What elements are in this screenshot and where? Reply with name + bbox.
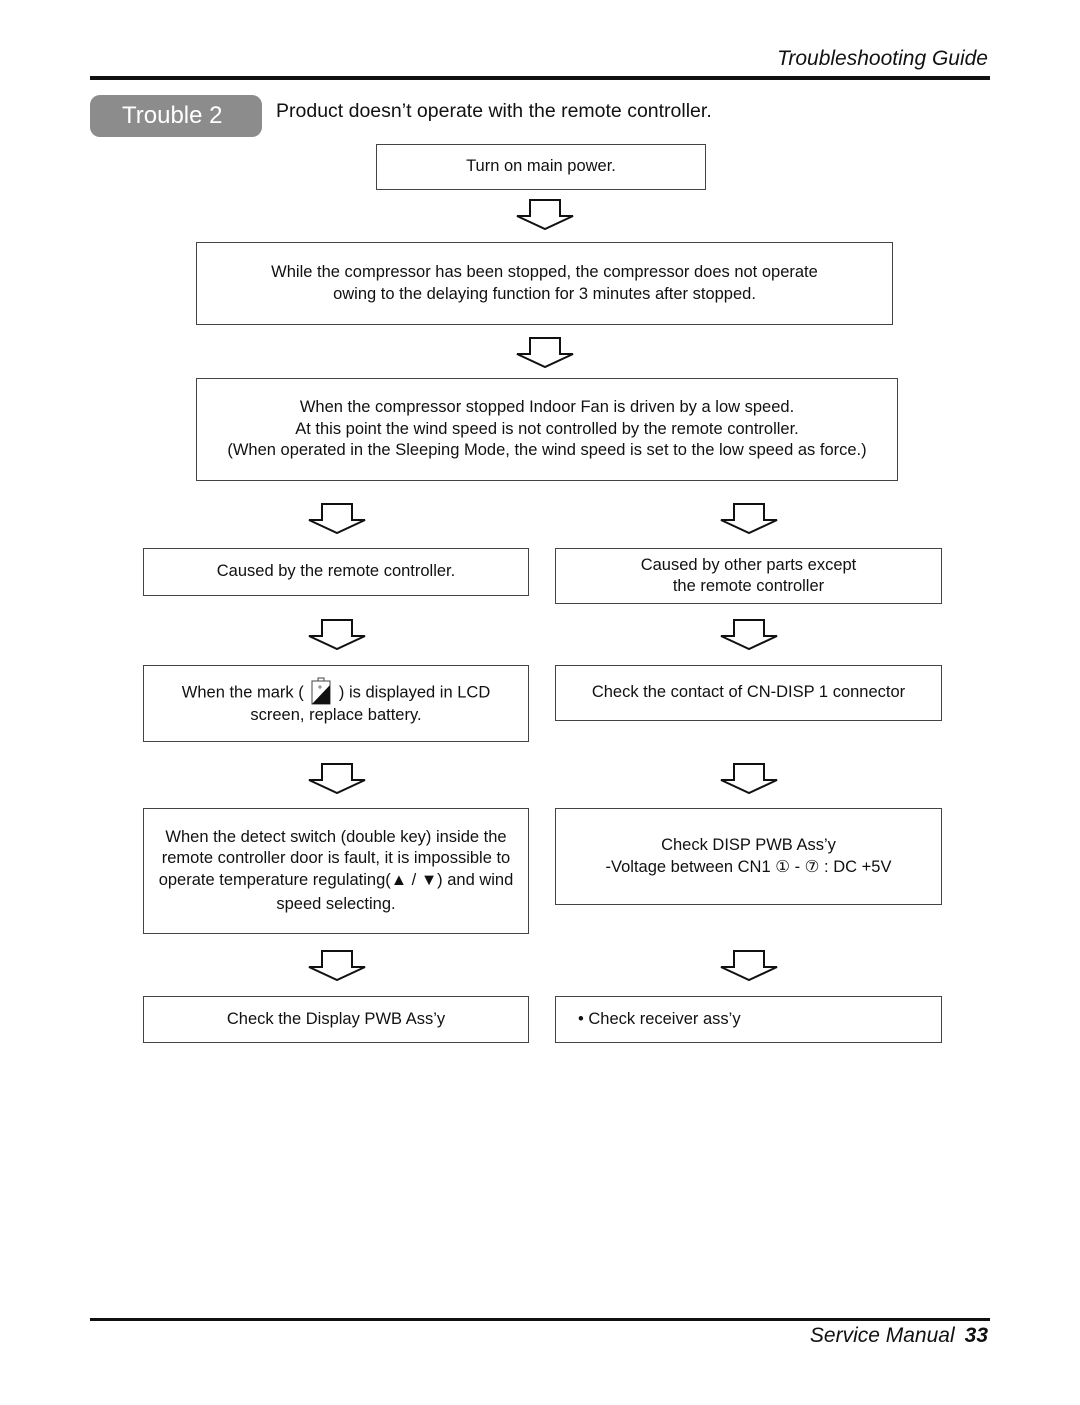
section-title: Troubleshooting Guide <box>777 47 988 70</box>
page-number: 33 <box>964 1324 988 1347</box>
flow-box-check-connector: Check the contact of CN-DISP 1 connector <box>555 665 942 721</box>
down-arrow-icon <box>720 950 778 982</box>
flow-text: owing to the delaying function for 3 min… <box>333 284 756 303</box>
down-arrow-icon <box>308 503 366 535</box>
flow-box-check-disp-pwb: Check DISP PWB Ass’y -Voltage between CN… <box>555 808 942 905</box>
flow-text: At this point the wind speed is not cont… <box>295 419 799 438</box>
flow-text: When the mark ( <box>181 683 304 702</box>
flow-box-detect-switch: When the detect switch (double key) insi… <box>143 808 529 934</box>
trouble-badge: Trouble 2 <box>90 95 262 137</box>
footer-rule <box>90 1318 990 1321</box>
down-arrow-icon <box>720 763 778 795</box>
flow-text: Check DISP PWB Ass’y <box>661 836 836 854</box>
trouble-title: Product doesn’t operate with the remote … <box>276 100 712 122</box>
battery-low-icon <box>311 677 331 705</box>
flow-box-turn-on-power: Turn on main power. <box>376 144 706 190</box>
flow-text: the remote controller <box>672 577 825 595</box>
flow-text: While the compressor has been stopped, t… <box>271 263 818 281</box>
flow-text: (When operated in the Sleeping Mode, the… <box>227 441 867 460</box>
flow-text: operate temperature regulating(▲ / ▼) an… <box>158 870 514 889</box>
down-arrow-icon <box>516 337 574 369</box>
flow-text: Check the contact of CN-DISP 1 connector <box>591 683 906 702</box>
flow-box-remote-cause: Caused by the remote controller. <box>143 548 529 596</box>
flow-text: Turn on main power. <box>466 157 616 176</box>
flow-box-check-receiver: • Check receiver ass’y <box>555 996 942 1043</box>
flow-box-replace-battery: When the mark ( ) is displayed in LCD sc… <box>143 665 529 742</box>
header-rule <box>90 76 990 80</box>
flow-text: speed selecting. <box>276 895 396 913</box>
down-arrow-icon <box>516 199 574 231</box>
flow-text: When the detect switch (double key) insi… <box>165 827 507 846</box>
flow-text-line: When the mark ( ) is displayed in LCD <box>181 677 491 705</box>
flow-text: -Voltage between CN1 ① - ⑦ : DC +5V <box>605 857 892 876</box>
flow-box-check-display-pwb: Check the Display PWB Ass’y <box>143 996 529 1043</box>
footer: Service Manual 33 <box>810 1324 988 1348</box>
down-arrow-icon <box>308 619 366 651</box>
flow-box-compressor-delay: While the compressor has been stopped, t… <box>196 242 893 325</box>
flow-text: remote controller door is fault, it is i… <box>161 849 511 867</box>
down-arrow-icon <box>720 503 778 535</box>
flow-text: screen, replace battery. <box>250 705 422 724</box>
flow-text: Check the Display PWB Ass’y <box>226 1009 446 1028</box>
flow-text: When the compressor stopped Indoor Fan i… <box>299 398 795 417</box>
flow-text: Caused by other parts except <box>640 555 857 574</box>
flow-box-other-parts-cause: Caused by other parts except the remote … <box>555 548 942 604</box>
down-arrow-icon <box>308 763 366 795</box>
flow-text: Caused by the remote controller. <box>216 562 456 581</box>
manual-label: Service Manual <box>809 1324 955 1347</box>
flow-box-indoor-fan: When the compressor stopped Indoor Fan i… <box>196 378 898 481</box>
down-arrow-icon <box>308 950 366 982</box>
down-arrow-icon <box>720 619 778 651</box>
flow-text: ) is displayed in LCD <box>338 683 491 702</box>
flow-text: • Check receiver ass’y <box>578 1009 741 1028</box>
